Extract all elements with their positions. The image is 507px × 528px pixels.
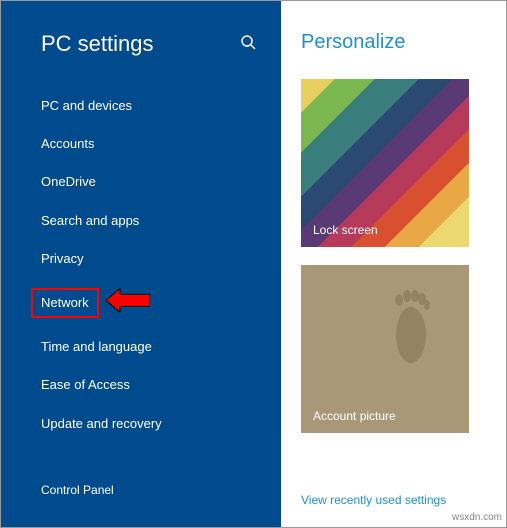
search-icon[interactable] xyxy=(240,34,256,55)
control-panel-link[interactable]: Control Panel xyxy=(1,468,281,507)
content-footer: View recently used settings xyxy=(301,473,486,507)
nav-list: PC and devices Accounts OneDrive Search … xyxy=(1,87,281,468)
sidebar-item-label: PC and devices xyxy=(41,98,132,113)
sidebar-item-network[interactable]: Network xyxy=(1,278,281,328)
footprint-sand-image xyxy=(301,265,469,433)
sidebar-item-onedrive[interactable]: OneDrive xyxy=(1,163,281,201)
sidebar-item-label: Privacy xyxy=(41,251,84,266)
sidebar-item-label: Ease of Access xyxy=(41,377,130,392)
account-picture-tile[interactable]: Account picture xyxy=(301,265,469,433)
watermark: wsxdn.com xyxy=(452,512,502,523)
sidebar-item-search-apps[interactable]: Search and apps xyxy=(1,202,281,240)
tile-label: Lock screen xyxy=(313,223,378,237)
sidebar-item-label: Accounts xyxy=(41,136,94,151)
sidebar-item-ease-access[interactable]: Ease of Access xyxy=(1,366,281,404)
content-title: Personalize xyxy=(301,31,486,54)
sidebar-item-label: Update and recovery xyxy=(41,416,162,431)
sidebar-item-privacy[interactable]: Privacy xyxy=(1,240,281,278)
sidebar-item-accounts[interactable]: Accounts xyxy=(1,125,281,163)
sidebar-item-label: Search and apps xyxy=(41,213,139,228)
page-title: PC settings xyxy=(41,31,154,57)
sidebar-item-time-language[interactable]: Time and language xyxy=(1,328,281,366)
highlight-arrow-icon xyxy=(106,288,150,317)
tile-label: Account picture xyxy=(313,409,396,423)
sidebar: PC settings PC and devices Accounts OneD… xyxy=(1,1,281,527)
lock-screen-tile[interactable]: Lock screen xyxy=(301,79,469,247)
content-panel: Personalize Lock screen Account picture … xyxy=(281,1,506,527)
sidebar-header: PC settings xyxy=(1,21,281,87)
sidebar-item-label: Time and language xyxy=(41,339,152,354)
sidebar-item-label: OneDrive xyxy=(41,174,96,189)
sidebar-item-pc-devices[interactable]: PC and devices xyxy=(1,87,281,125)
pc-settings-window: PC settings PC and devices Accounts OneD… xyxy=(0,0,507,528)
sidebar-item-update-recovery[interactable]: Update and recovery xyxy=(1,405,281,443)
sidebar-item-label: Network xyxy=(31,288,99,318)
recent-settings-link[interactable]: View recently used settings xyxy=(301,493,486,507)
